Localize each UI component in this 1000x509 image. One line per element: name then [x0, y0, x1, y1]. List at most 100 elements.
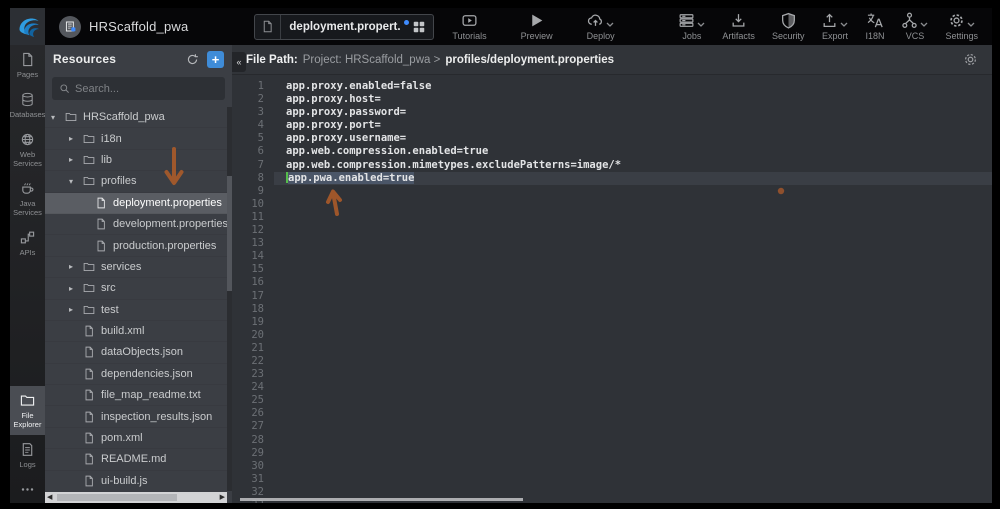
tree-file-development.properties[interactable]: development.properties: [45, 214, 227, 235]
code-line-5[interactable]: app.proxy.username=: [274, 132, 992, 145]
artifacts-label: Artifacts: [722, 31, 755, 41]
tree-horizontal-scrollbar[interactable]: ◀ ▶: [45, 492, 227, 503]
caret-expanded-icon[interactable]: ▾: [51, 113, 65, 122]
preview-label: Preview: [521, 31, 553, 41]
code-line-1[interactable]: app.proxy.enabled=false: [274, 80, 992, 93]
tree-file-file_map_readme.txt[interactable]: file_map_readme.txt: [45, 385, 227, 406]
tree-file-ui-build.js[interactable]: ui-build.js: [45, 471, 227, 491]
sidebar-item-pages[interactable]: Pages: [10, 45, 45, 85]
caret-collapsed-icon[interactable]: ▸: [69, 155, 83, 164]
code-line-6[interactable]: app.web.compression.enabled=true: [274, 145, 992, 158]
grid-icon[interactable]: [412, 20, 426, 34]
scrollbar-thumb[interactable]: [57, 494, 177, 501]
code-editor[interactable]: 1234567891011121314151617181920212223242…: [232, 75, 992, 503]
tree-item-label: dependencies.json: [101, 368, 193, 380]
tab-label: deployment.propert...: [289, 21, 401, 33]
tree-file-pom.xml[interactable]: pom.xml: [45, 428, 227, 449]
caret-collapsed-icon[interactable]: ▸: [69, 305, 83, 314]
editor-horizontal-scrollbar[interactable]: [240, 498, 523, 501]
vcs-label: VCS: [906, 31, 925, 41]
project-switcher[interactable]: HRScaffold_pwa: [59, 16, 188, 38]
line-number: 1: [232, 80, 274, 93]
tree-file-deployment.properties[interactable]: deployment.properties: [45, 193, 227, 214]
code-line-3[interactable]: app.proxy.password=: [274, 106, 992, 119]
tree-folder-lib[interactable]: ▸ lib: [45, 150, 227, 171]
line-number: 7: [232, 159, 274, 172]
caret-collapsed-icon[interactable]: ▸: [69, 262, 83, 271]
scroll-left-arrow-icon[interactable]: ◀: [47, 494, 52, 501]
caret-collapsed-icon[interactable]: ▸: [69, 134, 83, 143]
refresh-icon[interactable]: [186, 53, 199, 66]
tree-file-inspection_results.json[interactable]: inspection_results.json: [45, 406, 227, 427]
add-resource-button[interactable]: +: [207, 51, 224, 68]
tree-folder-profiles[interactable]: ▾profiles: [45, 171, 227, 192]
line-number: 19: [232, 316, 274, 329]
line-number: 2: [232, 93, 274, 106]
resources-title: Resources: [53, 52, 116, 66]
sidebar-item-file-explorer[interactable]: File Explorer: [10, 386, 45, 435]
line-number: 28: [232, 434, 274, 447]
folder-icon: [83, 282, 95, 294]
collapse-panel-button[interactable]: «: [232, 52, 246, 72]
security-button[interactable]: Security: [772, 12, 805, 41]
settings-button[interactable]: Settings: [945, 12, 978, 41]
line-number: 11: [232, 211, 274, 224]
code-content[interactable]: app.proxy.enabled=falseapp.proxy.host=ap…: [274, 75, 992, 503]
tutorials-button[interactable]: Tutorials: [452, 12, 486, 41]
wavemaker-logo[interactable]: [10, 8, 45, 45]
deploy-button[interactable]: Deploy: [587, 12, 615, 41]
sidebar-item-apis[interactable]: APIs: [10, 223, 45, 263]
gear-icon: [948, 12, 965, 29]
download-tray-icon: [730, 12, 747, 29]
wave-logo-icon: [16, 15, 40, 39]
folder-icon: [83, 261, 95, 273]
ellipsis-icon: [20, 482, 35, 497]
caret-expanded-icon[interactable]: ▾: [69, 177, 83, 186]
open-file-tab[interactable]: deployment.propert...: [254, 14, 434, 40]
tree-folder-src[interactable]: ▸ src: [45, 278, 227, 299]
sidebar-item-web-services[interactable]: Web Services: [10, 125, 45, 174]
sidebar-item-databases[interactable]: Databases: [10, 85, 45, 125]
code-line-7[interactable]: app.web.compression.mimetypes.excludePat…: [274, 159, 992, 172]
tree-folder-test[interactable]: ▸test: [45, 300, 227, 321]
artifacts-button[interactable]: Artifacts: [722, 12, 755, 41]
sidebar-item-java-services[interactable]: Java Services: [10, 174, 45, 223]
preview-button[interactable]: Preview: [521, 12, 553, 41]
line-number-gutter: 1234567891011121314151617181920212223242…: [232, 75, 274, 503]
chevron-down-icon: [920, 22, 928, 28]
project-avatar-icon: [59, 16, 81, 38]
code-line-8[interactable]: app.pwa.enabled=true: [274, 172, 992, 185]
line-number: 5: [232, 132, 274, 145]
jobs-button[interactable]: Jobs: [678, 12, 705, 41]
line-number: 14: [232, 250, 274, 263]
tree-folder-services[interactable]: ▸services: [45, 257, 227, 278]
tree-folder-i18n[interactable]: ▸i18n: [45, 128, 227, 149]
i18n-button[interactable]: I18N: [865, 12, 884, 41]
tree-file-dataObjects.json[interactable]: dataObjects.json: [45, 342, 227, 363]
code-line-4[interactable]: app.proxy.port=: [274, 119, 992, 132]
sidebar-item-logs[interactable]: Logs: [10, 435, 45, 475]
caret-collapsed-icon[interactable]: ▸: [69, 284, 83, 293]
code-line-2[interactable]: app.proxy.host=: [274, 93, 992, 106]
export-button[interactable]: Export: [821, 12, 848, 41]
tree-file-README.md[interactable]: README.md: [45, 449, 227, 470]
file-icon: [83, 432, 95, 444]
tree-item-label: src: [101, 282, 116, 294]
line-number: 18: [232, 303, 274, 316]
tree-file-production.properties[interactable]: production.properties: [45, 235, 227, 256]
line-number: 31: [232, 473, 274, 486]
scroll-right-arrow-icon[interactable]: ▶: [220, 494, 225, 501]
tree-item-label: lib: [101, 154, 112, 166]
cloud-upload-icon: [587, 12, 604, 29]
export-icon: [821, 12, 838, 29]
tree-folder-HRScaffold_pwa[interactable]: ▾HRScaffold_pwa: [45, 107, 227, 128]
search-input[interactable]: [75, 83, 195, 95]
vcs-button[interactable]: VCS: [901, 12, 928, 41]
settings-label: Settings: [945, 31, 978, 41]
sidebar-item-more[interactable]: [10, 475, 45, 503]
editor-settings-gear-icon[interactable]: [963, 52, 978, 67]
tree-file-build.xml[interactable]: build.xml: [45, 321, 227, 342]
line-number: 17: [232, 290, 274, 303]
tree-item-label: ui-build.js: [101, 475, 147, 487]
tree-file-dependencies.json[interactable]: dependencies.json: [45, 364, 227, 385]
